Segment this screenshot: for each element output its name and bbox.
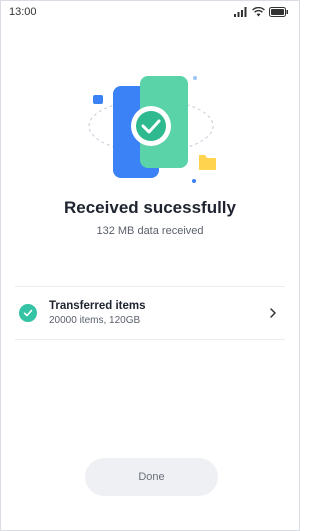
transferred-items-row[interactable]: Transferred items 20000 items, 120GB — [15, 287, 285, 339]
page-title: Received sucessfully — [64, 198, 236, 217]
status-bar: 13:00 — [1, 1, 299, 23]
done-button[interactable]: Done — [85, 458, 218, 496]
received-size-text: 132 MB data received — [96, 225, 204, 237]
check-circle-icon — [19, 304, 37, 322]
transferred-items-detail: 20000 items, 120GB — [49, 315, 141, 326]
chevron-right-icon[interactable] — [265, 305, 281, 321]
signal-icon — [234, 7, 247, 17]
divider — [15, 339, 285, 340]
phones-transfer-check-illustration — [88, 76, 216, 183]
status-icons — [234, 7, 289, 17]
battery-icon — [269, 7, 288, 17]
transfer-complete-screen: 13:00 Received sucessfully 132 MB data r… — [0, 0, 300, 531]
transferred-items-title: Transferred items — [49, 300, 146, 312]
status-time: 13:00 — [9, 6, 37, 18]
transferred-items-text: Transferred items 20000 items, 120GB — [49, 300, 265, 326]
wifi-icon — [252, 7, 265, 17]
